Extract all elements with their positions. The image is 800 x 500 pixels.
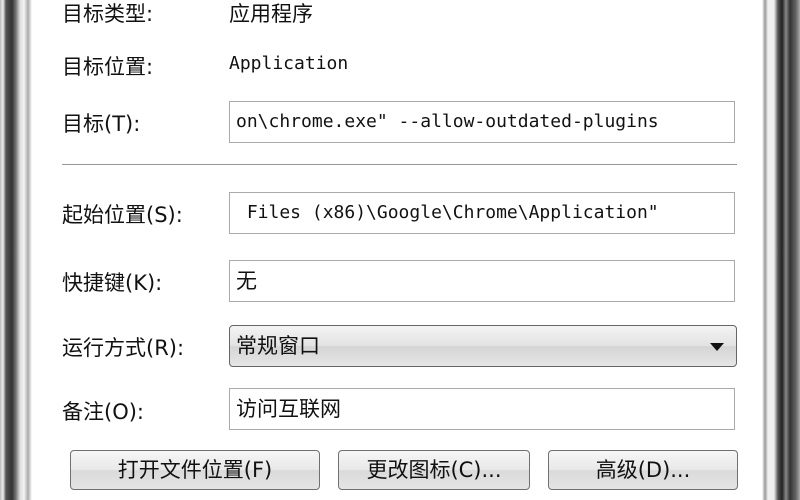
- advanced-button[interactable]: 高级(D)...: [548, 450, 738, 490]
- change-icon-button[interactable]: 更改图标(C)...: [338, 450, 530, 490]
- open-file-location-button[interactable]: 打开文件位置(F): [70, 450, 320, 490]
- comment-label: 备注(O):: [62, 400, 144, 424]
- target-type-label: 目标类型:: [62, 2, 154, 26]
- start-in-input[interactable]: Files (x86)\Google\Chrome\Application": [229, 192, 735, 234]
- target-input[interactable]: on\chrome.exe" --allow-outdated-plugins: [229, 101, 735, 143]
- target-location-value: Application: [229, 53, 349, 74]
- separator: [62, 164, 737, 166]
- target-type-value: 应用程序: [229, 2, 313, 26]
- shortcut-key-input[interactable]: 无: [229, 260, 735, 302]
- run-select-value: 常规窗口: [236, 334, 320, 358]
- comment-input[interactable]: 访问互联网: [229, 388, 735, 430]
- target-location-label: 目标位置:: [62, 55, 154, 79]
- run-label: 运行方式(R):: [62, 336, 185, 360]
- window-frame-right: [762, 0, 800, 500]
- run-select[interactable]: 常规窗口: [229, 325, 737, 367]
- target-label: 目标(T):: [62, 112, 141, 136]
- window-frame-left: [0, 0, 32, 500]
- shortcut-key-label: 快捷键(K):: [62, 271, 163, 295]
- start-in-label: 起始位置(S):: [62, 203, 183, 227]
- chevron-down-icon[interactable]: [710, 343, 724, 351]
